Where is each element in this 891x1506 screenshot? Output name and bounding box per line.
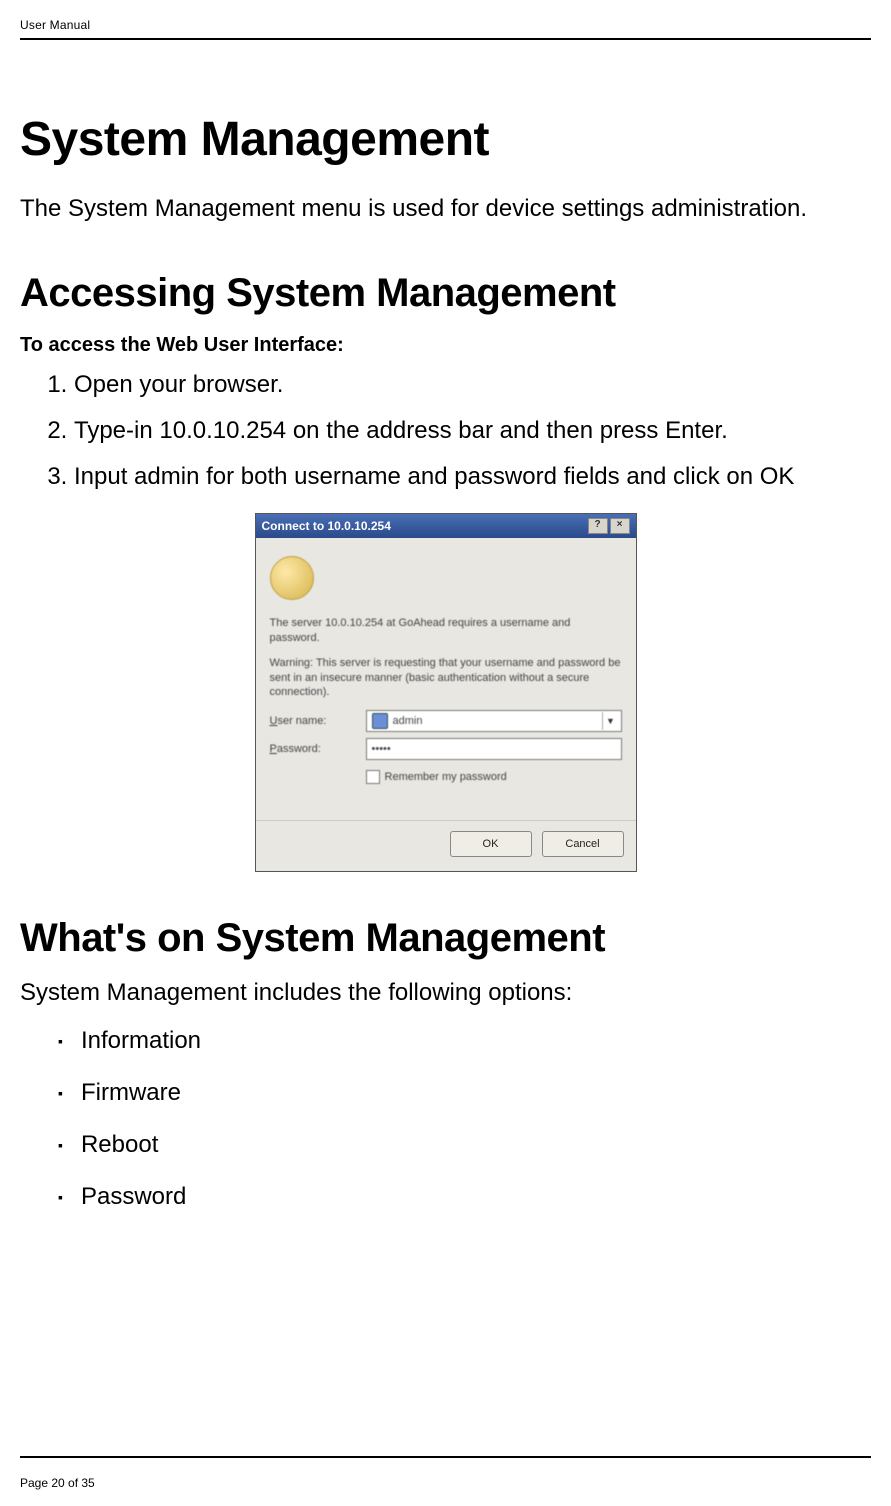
footer-rule (20, 1456, 871, 1458)
options-list: Information Firmware Reboot Password (58, 1027, 871, 1211)
list-item: Information (58, 1027, 871, 1055)
intro-paragraph-1: The System Management menu is used for d… (20, 195, 871, 223)
header-rule (20, 38, 871, 40)
username-label: User name: (270, 715, 366, 727)
key-icon (270, 556, 314, 600)
subheading-access-web-ui: To access the Web User Interface: (20, 334, 871, 357)
cancel-button[interactable]: Cancel (542, 831, 624, 857)
heading-accessing: Accessing System Management (20, 271, 871, 316)
step-item: Input admin for both username and passwo… (74, 463, 871, 491)
page-number: Page 20 of 35 (20, 1476, 95, 1490)
step-item: Open your browser. (74, 371, 871, 399)
remember-label: Remember my password (385, 771, 507, 783)
list-item: Reboot (58, 1131, 871, 1159)
heading-system-management: System Management (20, 112, 871, 167)
close-icon[interactable]: × (610, 518, 630, 534)
help-icon[interactable]: ? (588, 518, 608, 534)
dialog-titlebar: Connect to 10.0.10.254 ? × (256, 514, 636, 538)
header-title: User Manual (20, 18, 871, 32)
heading-whats-on: What's on System Management (20, 916, 871, 961)
steps-list: Open your browser. Type-in 10.0.10.254 o… (46, 371, 871, 491)
password-field[interactable]: ••••• (366, 738, 622, 760)
user-icon (372, 713, 388, 729)
intro-paragraph-2: System Management includes the following… (20, 979, 871, 1007)
remember-checkbox[interactable] (366, 770, 380, 784)
dialog-warning: Warning: This server is requesting that … (270, 656, 622, 701)
ok-button[interactable]: OK (450, 831, 532, 857)
list-item: Firmware (58, 1079, 871, 1107)
chevron-down-icon[interactable]: ▼ (602, 712, 619, 730)
username-field[interactable]: admin ▼ (366, 710, 622, 732)
auth-dialog: Connect to 10.0.10.254 ? × The server 10… (255, 513, 637, 872)
dialog-title-text: Connect to 10.0.10.254 (262, 519, 391, 533)
password-label: Password: (270, 743, 366, 755)
step-item: Type-in 10.0.10.254 on the address bar a… (74, 417, 871, 445)
list-item: Password (58, 1183, 871, 1211)
dialog-message: The server 10.0.10.254 at GoAhead requir… (270, 616, 622, 646)
